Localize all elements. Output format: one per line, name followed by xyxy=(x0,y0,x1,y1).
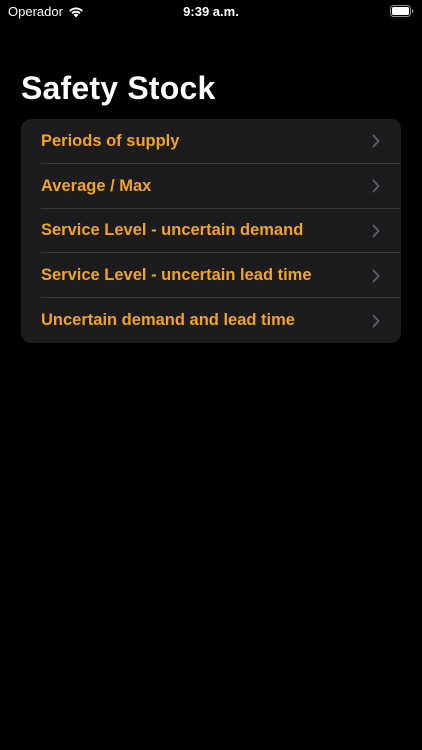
menu-item-average-max[interactable]: Average / Max xyxy=(21,164,401,209)
menu-item-periods-of-supply[interactable]: Periods of supply xyxy=(21,119,401,164)
menu-item-label: Service Level - uncertain demand xyxy=(41,221,304,240)
menu-item-label: Uncertain demand and lead time xyxy=(41,311,295,330)
chevron-right-icon xyxy=(372,269,380,283)
status-bar: Operador 9:39 a.m. xyxy=(0,0,422,24)
menu-item-service-level-uncertain-demand[interactable]: Service Level - uncertain demand xyxy=(21,209,401,254)
chevron-right-icon xyxy=(372,224,380,238)
menu-item-label: Service Level - uncertain lead time xyxy=(41,266,312,285)
chevron-right-icon xyxy=(372,134,380,148)
battery-icon xyxy=(390,5,414,17)
chevron-right-icon xyxy=(372,314,380,328)
chevron-right-icon xyxy=(372,179,380,193)
menu-item-label: Average / Max xyxy=(41,176,152,195)
menu-item-uncertain-demand-and-lead-time[interactable]: Uncertain demand and lead time xyxy=(21,298,401,343)
menu-item-service-level-uncertain-lead-time[interactable]: Service Level - uncertain lead time xyxy=(21,253,401,299)
menu-list: Periods of supply Average / Max Service … xyxy=(21,119,401,343)
menu-item-label: Periods of supply xyxy=(41,131,180,150)
page-title: Safety Stock xyxy=(21,70,216,106)
status-time: 9:39 a.m. xyxy=(183,4,239,19)
